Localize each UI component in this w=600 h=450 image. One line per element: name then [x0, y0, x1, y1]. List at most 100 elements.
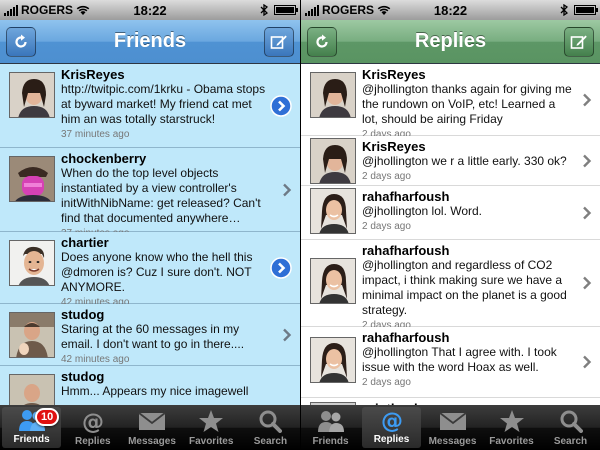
tab-label: Replies [373, 434, 410, 445]
avatar [9, 374, 55, 405]
refresh-icon [15, 34, 27, 48]
tab-friends[interactable]: Friends 10 [2, 407, 62, 448]
battery-icon [274, 5, 298, 15]
tweet-text: Does anyone know who the hell this @dmor… [61, 250, 253, 294]
avatar [310, 188, 356, 234]
friends-screen: ROGERS 18:22 Friends KrisReyes http://tw… [0, 0, 300, 450]
clock: 18:22 [133, 3, 167, 18]
tweet-timestamp: 2 days ago [362, 171, 411, 182]
chevron-right-icon [583, 93, 592, 106]
tweet-text: @jhollington we r a little early. 330 ok… [362, 154, 567, 168]
refresh-icon [316, 34, 328, 48]
tweet-username[interactable]: KrisReyes [362, 139, 574, 154]
tweet-username[interactable]: studog [61, 307, 274, 322]
tweet-row[interactable]: chockenberry When do the top level objec… [0, 148, 300, 239]
tab-bar: Friends @ Replies Messages Favorites Sea… [301, 405, 600, 450]
bluetooth-icon [260, 4, 268, 16]
tweet-text: @jhollington thanks again for giving me … [362, 82, 572, 126]
unread-badge: 10 [35, 408, 60, 426]
tab-favorites[interactable]: Favorites [182, 405, 241, 450]
compose-icon [270, 35, 287, 49]
reply-row[interactable]: KrisReyes @jhollington thanks again for … [301, 64, 600, 140]
tab-label: Search [253, 436, 288, 447]
friends-timeline[interactable]: KrisReyes http://twitpic.com/1krku - Oba… [0, 64, 300, 405]
tab-label: Messages [128, 436, 176, 447]
tab-favorites[interactable]: Favorites [482, 405, 541, 450]
chevron-right-icon [583, 355, 592, 369]
reply-row[interactable]: rahafharfoush @jhollington lol. Word. 2 … [301, 186, 600, 240]
avatar [9, 312, 55, 358]
tweet-text: When do the top level objects instantiat… [61, 166, 261, 225]
status-bar: ROGERS 18:22 [301, 0, 600, 20]
tab-label: Search [553, 436, 588, 447]
magnifier-icon [259, 410, 283, 433]
tab-bar: Friends 10 @ Replies Messages Favorites … [0, 405, 300, 450]
tab-replies[interactable]: @ Replies [362, 407, 421, 448]
page-title: Friends [113, 30, 187, 52]
tweet-row[interactable]: chartier Does anyone know who the hell t… [0, 232, 300, 308]
tab-messages[interactable]: Messages [122, 405, 181, 450]
chevron-right-icon [583, 276, 592, 290]
at-sign-icon: @ [381, 409, 403, 432]
friends-icon [317, 411, 344, 432]
reply-row[interactable]: rahafharfoush @jhollington That I agree … [301, 327, 600, 398]
envelope-icon [138, 412, 166, 430]
tweet-text: @jhollington lol. Word. [362, 204, 483, 218]
tweet-username[interactable]: rahafharfoush [362, 189, 574, 204]
tab-label: Friends [13, 434, 50, 445]
avatar [9, 72, 55, 118]
star-icon [199, 410, 224, 432]
tab-label: Favorites [188, 436, 234, 447]
page-title: Replies [414, 30, 487, 52]
tab-label: Replies [75, 436, 111, 447]
clock: 18:22 [433, 3, 468, 18]
status-bar: ROGERS 18:22 [0, 0, 300, 20]
tweet-username[interactable]: KrisReyes [362, 67, 574, 82]
compose-button[interactable] [264, 27, 294, 57]
reply-row[interactable]: KrisReyes @jhollington we r a little ear… [301, 136, 600, 186]
tab-friends[interactable]: Friends [301, 405, 360, 450]
tweet-text: Hmm... Appears my nice imagewell [61, 384, 249, 398]
tweet-username[interactable]: chartier [61, 235, 274, 250]
tweet-row[interactable]: KrisReyes http://twitpic.com/1krku - Oba… [0, 64, 300, 148]
replies-navbar: Replies [301, 20, 600, 64]
avatar [310, 138, 356, 184]
tweet-text: Staring at the 60 messages in my email. … [61, 322, 245, 351]
tweet-timestamp: 37 minutes ago [61, 129, 130, 140]
svg-text:@: @ [381, 409, 403, 432]
reply-row[interactable]: rahafharfoush @jhollington and regardles… [301, 240, 600, 331]
tab-label: Favorites [489, 436, 534, 447]
battery-icon [574, 5, 598, 15]
refresh-button[interactable] [307, 27, 337, 57]
tweet-timestamp: 2 days ago [362, 377, 411, 388]
tab-search[interactable]: Search [541, 405, 600, 450]
refresh-button[interactable] [6, 27, 36, 57]
tweet-username[interactable]: chockenberry [61, 151, 274, 166]
tweet-text: @jhollington and regardless of CO2 impac… [362, 258, 567, 317]
tab-messages[interactable]: Messages [423, 405, 482, 450]
tweet-text: http://twitpic.com/1krku - Obama stops a… [61, 82, 266, 126]
chevron-right-icon [283, 183, 292, 196]
compose-button[interactable] [564, 27, 594, 57]
friends-navbar: Friends [0, 20, 300, 64]
tab-label: Messages [428, 436, 477, 447]
replies-timeline[interactable]: KrisReyes @jhollington thanks again for … [301, 64, 600, 405]
tweet-username[interactable]: rahafharfoush [362, 243, 574, 258]
at-sign-icon: @ [82, 410, 104, 433]
reply-row[interactable]: grinthock [301, 398, 600, 405]
tweet-row[interactable]: studog Hmm... Appears my nice imagewell [0, 366, 300, 405]
tab-search[interactable]: Search [241, 405, 300, 450]
avatar [310, 337, 356, 383]
tweet-username[interactable]: studog [61, 369, 274, 384]
replies-screen: ROGERS 18:22 Replies KrisReyes @jholling… [301, 0, 600, 450]
avatar [310, 258, 356, 304]
tweet-username[interactable]: KrisReyes [61, 67, 274, 82]
envelope-icon [438, 412, 467, 430]
tweet-row[interactable]: studog Staring at the 60 messages in my … [0, 304, 300, 366]
disclosure-button-icon[interactable] [270, 94, 292, 117]
disclosure-button-icon[interactable] [270, 256, 292, 279]
star-icon [499, 410, 524, 432]
tab-replies[interactable]: @ Replies [63, 405, 122, 450]
chevron-right-icon [583, 154, 592, 167]
tweet-username[interactable]: rahafharfoush [362, 330, 574, 345]
